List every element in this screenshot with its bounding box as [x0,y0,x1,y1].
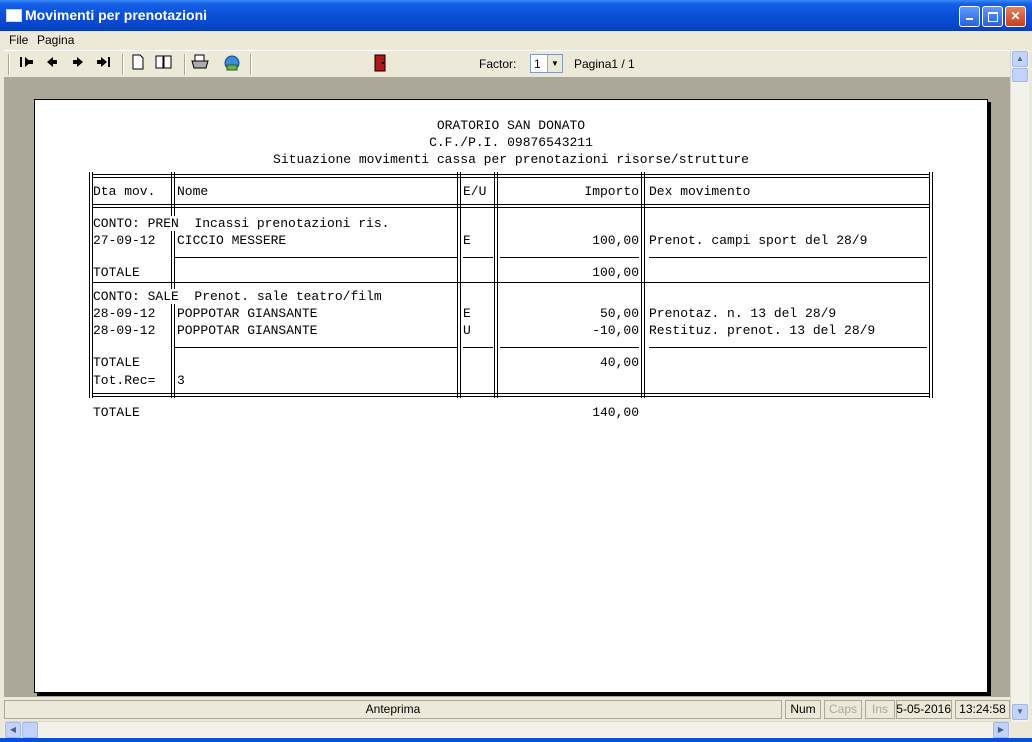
subtotal-rule [463,347,493,348]
toolbar-separator [250,54,252,75]
next-page-icon[interactable] [68,54,88,74]
export-icon[interactable] [222,54,242,74]
row-dex: Prenotaz. n. 13 del 28/9 [649,306,837,321]
restore-icon [987,12,998,22]
row-dta: 28-09-12 [93,323,156,338]
prev-page-icon[interactable] [42,54,62,74]
scroll-right-icon[interactable]: ▶ [993,722,1009,738]
report-org: ORATORIO SAN DONATO [436,118,586,133]
chevron-down-icon[interactable]: ▼ [547,55,562,72]
totrec-value: 3 [177,373,185,388]
close-icon: ✕ [1010,9,1021,23]
col-header-eu: E/U [463,184,487,199]
grand-total-label: TOTALE [93,405,140,420]
two-page-icon[interactable] [154,54,174,74]
totale-label: TOTALE [93,265,140,280]
last-page-icon[interactable] [94,54,114,74]
page-indicator: Pagina1 / 1 [574,57,635,71]
totale-value: 100,00 [592,265,639,280]
title-bar[interactable]: Movimenti per prenotazioni ✕ [0,0,1032,31]
scroll-down-icon[interactable]: ▼ [1012,704,1028,720]
row-dta: 28-09-12 [93,306,156,321]
conto-title: CONTO: SALE Prenot. sale teatro/film [93,289,386,304]
scroll-up-icon[interactable]: ▲ [1012,51,1028,67]
row-eu: E [463,306,471,321]
horizontal-scrollbar[interactable]: ◀ ▶ [4,721,1010,739]
status-ins: Ins [865,700,895,719]
row-importo: -10,00 [592,323,639,338]
toolbar-grip [8,54,10,75]
scroll-thumb-horizontal[interactable] [22,722,38,738]
factor-value: 1 [534,57,541,71]
section-rule [93,282,929,283]
print-preview-area[interactable]: ORATORIO SAN DONATO C.F./P.I. 0987654321… [4,77,1010,697]
conto-title: CONTO: PREN Incassi prenotazioni ris. [93,216,394,231]
row-importo: 100,00 [592,233,639,248]
minimize-button[interactable] [959,6,980,27]
window-bottom-border [0,738,1032,742]
table-bottom-rule [93,393,929,397]
totrec-label: Tot.Rec= [93,373,156,388]
status-date: 05-05-2016 [896,700,952,719]
row-nome: POPPOTAR GIANSANTE [177,306,318,321]
row-importo: 50,00 [599,306,639,321]
print-icon[interactable] [190,54,210,74]
report-title: Situazione movimenti cassa per prenotazi… [273,152,749,167]
factor-label: Factor: [479,57,517,71]
col-header-dex: Dex movimento [649,184,751,199]
minimize-icon [966,18,973,20]
single-page-icon[interactable] [128,54,148,74]
scroll-thumb[interactable] [1012,68,1028,82]
totale-value: 40,00 [599,355,639,370]
toolbar-separator [122,54,124,75]
subtotal-rule [175,347,457,348]
header-bottom-rule [93,204,929,208]
row-dta: 27-09-12 [93,233,156,248]
window-title: Movimenti per prenotazioni [25,7,208,23]
toolbar-separator [184,54,186,75]
row-eu: E [463,233,471,248]
subtotal-rule [649,347,927,348]
table-border-right [929,172,933,398]
subtotal-rule [463,257,493,258]
row-eu: U [463,323,471,338]
restore-button[interactable] [982,6,1003,27]
scroll-left-icon[interactable]: ◀ [5,722,21,738]
status-time: 13:24:58 [955,700,1010,719]
status-caps: Caps [824,700,862,719]
menu-bar: File Pagina [0,31,1032,50]
grand-total-value: 140,00 [592,405,639,420]
menu-pagina[interactable]: Pagina [37,33,74,47]
close-button[interactable]: ✕ [1005,6,1026,27]
menu-file[interactable]: File [9,33,28,47]
status-mode: Anteprima [4,700,782,719]
report-taxid: C.F./P.I. 09876543211 [429,135,593,150]
col-header-importo: Importo [584,184,639,199]
exit-door-icon[interactable] [370,54,390,74]
row-nome: POPPOTAR GIANSANTE [177,323,318,338]
col-header-nome: Nome [177,184,209,199]
subtotal-rule [649,257,927,258]
status-bar: Anteprima Num Caps Ins 05-05-2016 13:24:… [4,699,1010,720]
subtotal-rule [500,257,639,258]
subtotal-rule [500,347,639,348]
row-dex: Prenot. campi sport del 28/9 [649,233,868,248]
application-window: Movimenti per prenotazioni ✕ File Pagina [0,0,1032,742]
status-num: Num [785,700,821,719]
row-nome: CICCIO MESSERE [177,233,287,248]
factor-select[interactable]: 1 ▼ [530,54,563,73]
totale-label: TOTALE [93,355,140,370]
header-top-rule [93,174,929,178]
subtotal-rule [175,257,457,258]
report-page: ORATORIO SAN DONATO C.F./P.I. 0987654321… [34,99,988,693]
first-page-icon[interactable] [16,54,36,74]
window-icon [6,9,22,22]
col-header-dta: Dta mov. [93,184,156,199]
row-dex: Restituz. prenot. 13 del 28/9 [649,323,876,338]
toolbar: Factor: 1 ▼ Pagina1 / 1 [4,50,1010,78]
vertical-scrollbar[interactable]: ▲ ▼ [1010,50,1029,722]
